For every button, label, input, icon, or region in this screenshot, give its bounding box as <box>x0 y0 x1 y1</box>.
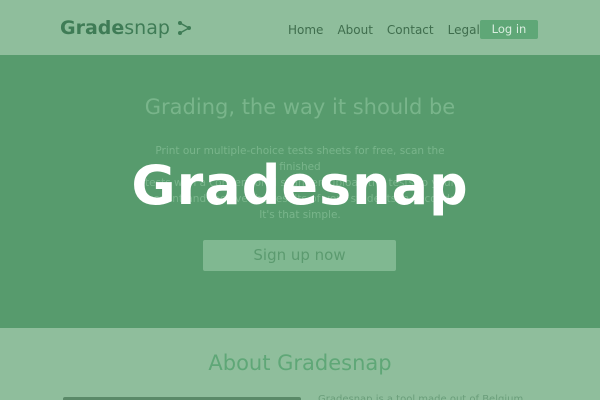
signup-button[interactable]: Sign up now <box>203 240 396 271</box>
nav-legal[interactable]: Legal <box>448 22 480 38</box>
nav-about[interactable]: About <box>337 22 372 38</box>
share-arrow-icon <box>177 21 191 35</box>
logo[interactable]: Gradesnap <box>60 15 192 41</box>
nav-contact[interactable]: Contact <box>387 22 434 38</box>
site-header: Gradesnap Home About Contact Legal Log i… <box>0 0 600 55</box>
hero-title: Grading, the way it should be <box>144 95 456 119</box>
logo-text-light: snap <box>124 17 170 39</box>
login-button[interactable]: Log in <box>480 20 538 39</box>
logo-text-bold: Grade <box>60 17 125 39</box>
nav-home[interactable]: Home <box>288 22 323 38</box>
overlay-brand-title: Gradesnap <box>131 154 469 217</box>
about-title: About Gradesnap <box>208 351 392 375</box>
main-nav: Home About Contact Legal <box>288 22 480 38</box>
about-text: Gradesnap is a tool made out of Belgium <box>318 394 524 400</box>
